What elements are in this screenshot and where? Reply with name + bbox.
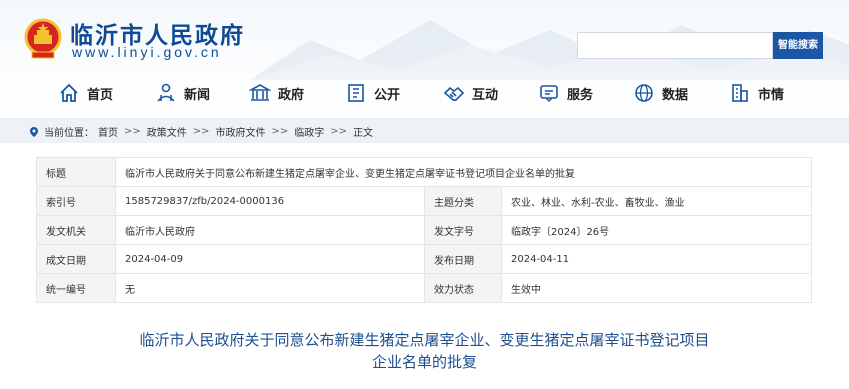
breadcrumb-item-city-gov-files[interactable]: 市政府文件 xyxy=(216,124,266,139)
unified-number-label: 统一编号 xyxy=(36,273,116,303)
unified-number-value: 无 xyxy=(115,273,425,303)
news-icon xyxy=(157,83,175,102)
breadcrumb-item-home[interactable]: 首页 xyxy=(98,124,118,139)
nav-item-home[interactable]: 首页 xyxy=(58,80,155,106)
national-emblem-icon xyxy=(24,18,62,59)
nav-item-service[interactable]: 服务 xyxy=(538,80,633,106)
table-row: 发文机关 临沂市人民政府 发文字号 临政字〔2024〕26号 xyxy=(36,215,812,245)
breadcrumb-bar: 当前位置： 首页 >> 政策文件 >> 市政府文件 >> 临政字 >> 正文 xyxy=(0,118,849,143)
breadcrumb-separator: >> xyxy=(271,126,289,137)
publish-date-label: 发布日期 xyxy=(424,244,502,274)
document-number-label: 发文字号 xyxy=(424,215,502,245)
site-header: 临沂市人民政府 www.linyi.gov.cn 智能搜索 首页 新闻 政府 公… xyxy=(0,0,849,112)
table-row: 成文日期 2024-04-09 发布日期 2024-04-11 xyxy=(36,244,812,274)
nav-label: 服务 xyxy=(567,87,594,103)
table-row: 标题 临沂市人民政府关于同意公布新建生猪定点屠宰企业、变更生猪定点屠宰证书登记项… xyxy=(36,157,812,187)
title-value: 临沂市人民政府关于同意公布新建生猪定点屠宰企业、变更生猪定点屠宰证书登记项目企业… xyxy=(115,157,812,187)
nav-item-city-info[interactable]: 市情 xyxy=(729,80,799,106)
breadcrumb-prefix: 当前位置： xyxy=(44,128,94,139)
home-icon xyxy=(60,83,78,102)
validity-status-label: 效力状态 xyxy=(424,273,502,303)
breadcrumb-separator: >> xyxy=(330,126,348,137)
validity-status-value: 生效中 xyxy=(501,273,812,303)
topic-category-value: 农业、林业、水利-农业、畜牧业、渔业 xyxy=(501,186,812,216)
index-number-value: 1585729837/zfb/2024-0000136 xyxy=(115,186,425,216)
nav-label: 数据 xyxy=(662,87,689,103)
site-url: www.linyi.gov.cn xyxy=(72,44,222,60)
breadcrumb-item-policy-files[interactable]: 政策文件 xyxy=(147,124,187,139)
title-label: 标题 xyxy=(36,157,116,187)
nav-item-government[interactable]: 政府 xyxy=(249,80,345,106)
written-date-label: 成文日期 xyxy=(36,244,116,274)
breadcrumb-item-linzheng[interactable]: 临政字 xyxy=(294,124,324,139)
written-date-value: 2024-04-09 xyxy=(115,244,425,274)
data-globe-icon xyxy=(635,84,653,102)
publish-date-value: 2024-04-11 xyxy=(501,244,812,274)
handshake-icon xyxy=(443,86,465,102)
service-icon xyxy=(540,85,558,103)
document-number-value: 临政字〔2024〕26号 xyxy=(501,215,812,245)
main-nav: 首页 新闻 政府 公开 互动 服务 数据 市情 xyxy=(58,80,799,106)
document-title-line-1: 临沂市人民政府关于同意公布新建生猪定点屠宰企业、变更生猪定点屠宰证书登记项目 xyxy=(139,331,710,349)
nav-label: 市情 xyxy=(758,87,785,103)
table-row: 索引号 1585729837/zfb/2024-0000136 主题分类 农业、… xyxy=(36,186,812,216)
nav-label: 政府 xyxy=(278,87,305,103)
breadcrumb-item-current: 正文 xyxy=(353,128,374,139)
nav-label: 新闻 xyxy=(184,87,211,103)
document-title: 临沂市人民政府关于同意公布新建生猪定点屠宰企业、变更生猪定点屠宰证书登记项目 企… xyxy=(0,329,849,373)
location-pin-icon xyxy=(30,126,38,137)
nav-label: 公开 xyxy=(374,87,401,103)
nav-item-public[interactable]: 公开 xyxy=(345,80,443,106)
document-info-table: 标题 临沂市人民政府关于同意公布新建生猪定点屠宰企业、变更生猪定点屠宰证书登记项… xyxy=(36,157,812,303)
index-number-label: 索引号 xyxy=(36,186,116,216)
breadcrumb: 当前位置： 首页 >> 政策文件 >> 市政府文件 >> 临政字 >> 正文 xyxy=(28,124,373,139)
nav-label: 互动 xyxy=(472,87,499,103)
issuing-agency-label: 发文机关 xyxy=(36,215,116,245)
table-row: 统一编号 无 效力状态 生效中 xyxy=(36,273,812,303)
search-button[interactable]: 智能搜索 xyxy=(773,32,823,59)
nav-label: 首页 xyxy=(87,87,114,103)
topic-category-label: 主题分类 xyxy=(424,186,502,216)
issuing-agency-value: 临沂市人民政府 xyxy=(115,215,425,245)
government-building-icon xyxy=(249,84,271,101)
nav-item-news[interactable]: 新闻 xyxy=(155,80,249,106)
breadcrumb-separator: >> xyxy=(192,126,210,137)
search-input[interactable] xyxy=(577,32,773,59)
nav-item-data[interactable]: 数据 xyxy=(633,80,729,106)
nav-item-interaction[interactable]: 互动 xyxy=(443,80,538,106)
breadcrumb-separator: >> xyxy=(124,126,141,137)
document-title-line-2: 企业名单的批复 xyxy=(371,353,477,371)
city-building-icon xyxy=(732,84,748,102)
document-icon xyxy=(348,84,364,102)
